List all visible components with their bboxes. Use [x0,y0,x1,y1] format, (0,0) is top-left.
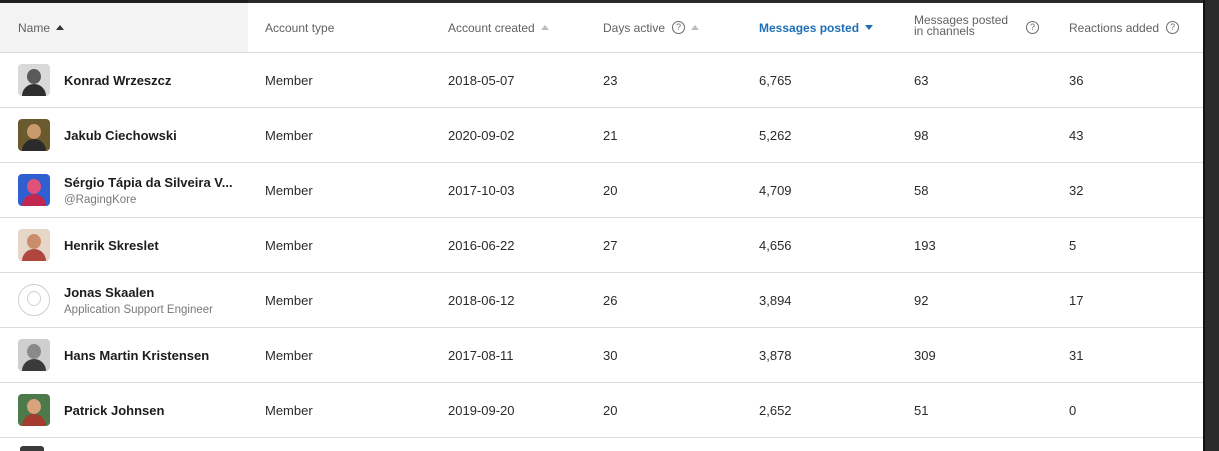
days-active-cell: 21 [603,127,618,143]
messages-in-channels-cell: 98 [914,127,929,143]
name-cell[interactable]: Jonas Skaalen Application Support Engine… [18,273,246,327]
member-handle: @RagingKore [64,193,137,206]
account-created-cell: 2018-05-07 [448,72,515,88]
days-active-cell: 23 [603,72,618,88]
reactions-added-cell: 43 [1069,127,1084,143]
account-created-cell: 2017-10-03 [448,182,515,198]
avatar[interactable] [18,229,50,261]
messages-posted-cell: 5,262 [759,127,792,143]
table-row[interactable]: Hans Martin Kristensen Member 2017-08-11… [0,328,1203,383]
header-messages-posted-label: Messages posted [759,20,860,35]
days-active-cell: 27 [603,237,618,253]
reactions-added-cell: 32 [1069,182,1084,198]
member-name[interactable]: Sérgio Tápia da Silveira V... [64,175,233,190]
messages-posted-cell: 6,765 [759,72,792,88]
member-name[interactable]: Henrik Skreslet [64,238,159,253]
messages-posted-cell: 4,709 [759,182,792,198]
window-edge [1203,0,1219,451]
header-name-label: Name [18,20,51,35]
reactions-added-cell: 36 [1069,72,1084,88]
account-type-cell: Member [265,292,313,308]
days-active-cell: 20 [603,182,618,198]
header-reactions-added-label: Reactions added [1069,20,1160,35]
messages-posted-cell: 3,894 [759,292,792,308]
member-name[interactable]: Konrad Wrzeszcz [64,73,171,88]
name-cell[interactable]: Konrad Wrzeszcz [18,53,246,107]
messages-in-channels-cell: 193 [914,237,936,253]
account-type-cell: Member [265,72,313,88]
name-cell[interactable]: Hans Martin Kristensen [18,328,246,382]
table-row[interactable]: Patrick Johnsen Member 2019-09-20 20 2,6… [0,383,1203,438]
messages-in-channels-cell: 309 [914,347,936,363]
member-name[interactable]: Patrick Johnsen [64,403,164,418]
header-account-type-label: Account type [265,20,335,35]
header-days-active[interactable]: Days active ? [603,3,700,52]
account-created-cell: 2020-09-02 [448,127,515,143]
account-type-cell: Member [265,127,313,143]
avatar[interactable] [20,446,44,451]
messages-posted-cell: 2,652 [759,402,792,418]
reactions-added-cell: 5 [1069,237,1077,253]
table-row[interactable]: Jakub Ciechowski Member 2020-09-02 21 5,… [0,108,1203,163]
table-row[interactable]: Konrad Wrzeszcz Member 2018-05-07 23 6,7… [0,53,1203,108]
days-active-cell: 20 [603,402,618,418]
sort-inactive-icon [691,25,700,30]
reactions-added-cell: 17 [1069,292,1084,308]
messages-in-channels-cell: 58 [914,182,929,198]
header-account-created-label: Account created [448,20,535,35]
members-table: Name Account type Account created Days a… [0,0,1203,451]
table-row[interactable]: Sérgio Tápia da Silveira V... @RagingKor… [0,163,1203,218]
help-circle-icon[interactable]: ? [1166,21,1180,34]
account-created-cell: 2018-06-12 [448,292,515,308]
avatar[interactable] [18,284,50,316]
messages-posted-cell: 4,656 [759,237,792,253]
header-days-active-label: Days active [603,20,666,35]
avatar[interactable] [18,64,50,96]
avatar[interactable] [18,394,50,426]
sort-inactive-icon [540,25,549,30]
header-messages-in-channels-line2: in channels [914,23,975,38]
header-messages-posted[interactable]: Messages posted [759,3,874,52]
member-name[interactable]: Jonas Skaalen [64,285,213,300]
account-type-cell: Member [265,402,313,418]
name-cell[interactable]: Jakub Ciechowski [18,108,246,162]
help-circle-icon[interactable]: ? [1026,21,1040,34]
avatar[interactable] [18,119,50,151]
account-type-cell: Member [265,237,313,253]
account-created-cell: 2016-06-22 [448,237,515,253]
header-messages-in-channels[interactable]: Messages posted in channels ? [914,3,1040,52]
sort-descending-icon [865,25,874,30]
account-created-cell: 2017-08-11 [448,347,514,363]
table-row[interactable]: Jonas Skaalen Application Support Engine… [0,273,1203,328]
reactions-added-cell: 0 [1069,402,1077,418]
account-type-cell: Member [265,347,313,363]
days-active-cell: 26 [603,292,618,308]
avatar[interactable] [18,339,50,371]
header-account-type[interactable]: Account type [265,3,334,52]
name-cell[interactable]: Henrik Skreslet [18,218,246,272]
messages-posted-cell: 3,878 [759,347,792,363]
messages-in-channels-cell: 92 [914,292,929,308]
name-cell[interactable]: Sérgio Tápia da Silveira V... @RagingKor… [18,163,246,217]
reactions-added-cell: 31 [1069,347,1084,363]
table-row[interactable]: Henrik Skreslet Member 2016-06-22 27 4,6… [0,218,1203,273]
messages-in-channels-cell: 63 [914,72,929,88]
sort-ascending-icon [56,25,65,30]
days-active-cell: 30 [603,347,618,363]
messages-in-channels-cell: 51 [914,402,929,418]
header-name[interactable]: Name [18,3,65,52]
name-cell[interactable]: Patrick Johnsen [18,383,246,437]
account-type-cell: Member [265,182,313,198]
header-account-created[interactable]: Account created [448,3,549,52]
member-title: Application Support Engineer [64,303,213,316]
header-reactions-added[interactable]: Reactions added ? [1069,3,1180,52]
member-name[interactable]: Jakub Ciechowski [64,128,177,143]
avatar[interactable] [18,174,50,206]
help-circle-icon[interactable]: ? [672,21,686,34]
member-name[interactable]: Hans Martin Kristensen [64,348,209,363]
table-header: Name Account type Account created Days a… [0,3,1203,53]
account-created-cell: 2019-09-20 [448,402,515,418]
